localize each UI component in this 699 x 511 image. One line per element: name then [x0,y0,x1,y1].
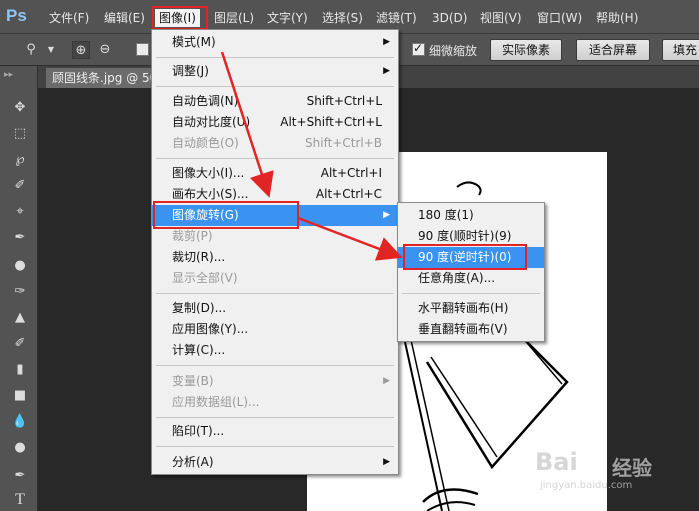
annotation-arrows [220,51,403,261]
annotation-arrow-to-ccw [297,216,403,261]
annotation-arrow-to-rotation [220,51,274,198]
